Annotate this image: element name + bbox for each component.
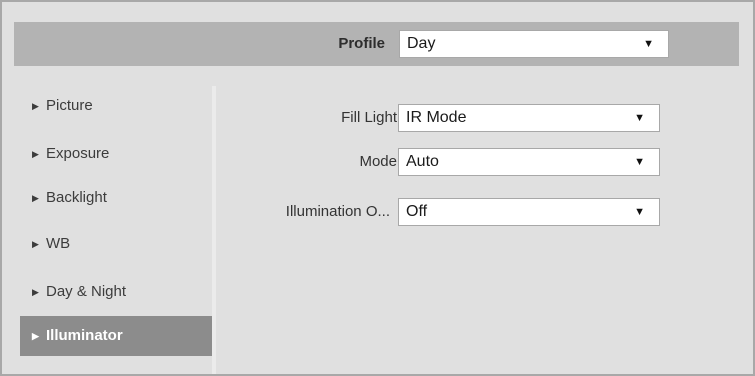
sidebar-item-label: Backlight <box>46 189 107 206</box>
sidebar-item-label: Exposure <box>46 145 110 162</box>
triangle-down-icon: ▼ <box>634 112 645 124</box>
mode-value: Auto <box>406 153 439 170</box>
mode-label: Mode <box>359 153 397 170</box>
illumination-label: Illumination O... <box>285 203 390 220</box>
triangle-right-icon: ▶ <box>32 239 39 249</box>
sidebar-divider <box>212 86 216 374</box>
triangle-right-icon: ▶ <box>32 287 39 297</box>
sidebar-item-label: Day & Night <box>46 283 127 300</box>
triangle-right-icon: ▶ <box>32 101 39 111</box>
triangle-down-icon: ▼ <box>634 206 645 218</box>
triangle-down-icon: ▼ <box>634 156 645 168</box>
fill-light-select[interactable]: IR Mode ▼ <box>398 104 660 132</box>
triangle-down-icon: ▼ <box>643 38 654 50</box>
sidebar-item-label: Picture <box>46 97 93 114</box>
triangle-right-icon: ▶ <box>32 193 39 203</box>
sidebar-item-illuminator[interactable]: ▶ Illuminator <box>20 316 212 356</box>
sidebar-menu: ▶ Picture ▶ Exposure ▶ Backlight ▶ WB ▶ Day &… <box>20 86 212 374</box>
sidebar-item-wb[interactable]: ▶ WB <box>20 224 212 264</box>
sidebar-item-backlight[interactable]: ▶ Backlight <box>20 178 212 218</box>
triangle-right-icon: ▶ <box>32 331 39 341</box>
sidebar-item-exposure[interactable]: ▶ Exposure <box>20 134 212 174</box>
sidebar-item-picture[interactable]: ▶ Picture <box>20 86 212 126</box>
sidebar-item-label: Illuminator <box>46 327 123 344</box>
triangle-right-icon: ▶ <box>32 149 39 159</box>
illumination-select[interactable]: Off ▼ <box>398 198 660 226</box>
profile-bar: Profile Day ▼ <box>14 22 739 66</box>
illumination-value: Off <box>406 203 428 220</box>
profile-value: Day <box>407 35 436 52</box>
sidebar-item-label: WB <box>46 235 71 252</box>
profile-label: Profile <box>338 35 385 52</box>
fill-light-value: IR Mode <box>406 109 467 126</box>
fill-light-label: Fill Light <box>341 109 397 126</box>
image-settings-panel: Profile Day ▼ ▶ Picture ▶ Exposure ▶ Backli… <box>0 0 755 376</box>
profile-select[interactable]: Day ▼ <box>399 30 669 58</box>
sidebar-item-day-night[interactable]: ▶ Day & Night <box>20 272 212 312</box>
mode-select[interactable]: Auto ▼ <box>398 148 660 176</box>
